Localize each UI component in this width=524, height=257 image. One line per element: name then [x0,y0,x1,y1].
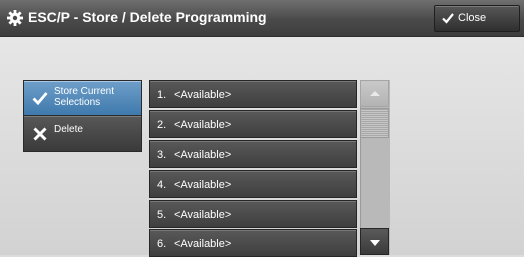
program-number: 1. [157,89,167,101]
scroll-up-icon [370,91,380,96]
x-icon [33,127,47,141]
checkmark-icon [442,13,454,24]
gear-icon [7,10,23,26]
scrollbar-thumb[interactable] [360,108,389,138]
checkmark-icon [32,92,48,106]
close-button[interactable]: Close [434,5,520,32]
program-row-5[interactable]: 5. <Available> [149,200,357,228]
close-button-label: Close [458,12,487,24]
delete-button[interactable]: Delete [23,115,142,152]
program-number: 2. [157,119,167,131]
program-number: 5. [157,209,167,221]
program-label: <Available> [174,89,232,101]
program-row-1[interactable]: 1. <Available> [149,80,357,108]
program-row-6[interactable]: 6. <Available> [149,229,357,257]
scroll-up-button[interactable] [360,80,389,107]
program-label: <Available> [174,149,232,161]
program-row-2[interactable]: 2. <Available> [149,110,357,138]
store-label-line1: Store Current [54,86,115,97]
program-number: 3. [157,149,167,161]
program-label: <Available> [174,209,232,221]
scroll-down-button[interactable] [360,228,389,255]
program-row-3[interactable]: 3. <Available> [149,140,357,168]
store-button-label: Store Current Selections [54,86,114,108]
program-label: <Available> [174,119,232,131]
page-title: ESC/P - Store / Delete Programming [28,9,267,25]
delete-button-label: Delete [54,124,83,135]
store-label-line2: Selections [54,97,101,108]
program-number: 6. [157,238,167,250]
scroll-down-icon [370,240,380,246]
program-row-4[interactable]: 4. <Available> [149,170,357,198]
program-label: <Available> [174,238,232,250]
title-bar: ESC/P - Store / Delete Programming Close [0,0,524,37]
program-label: <Available> [174,179,232,191]
store-current-selections-button[interactable]: Store Current Selections [23,80,142,116]
program-number: 4. [157,179,167,191]
